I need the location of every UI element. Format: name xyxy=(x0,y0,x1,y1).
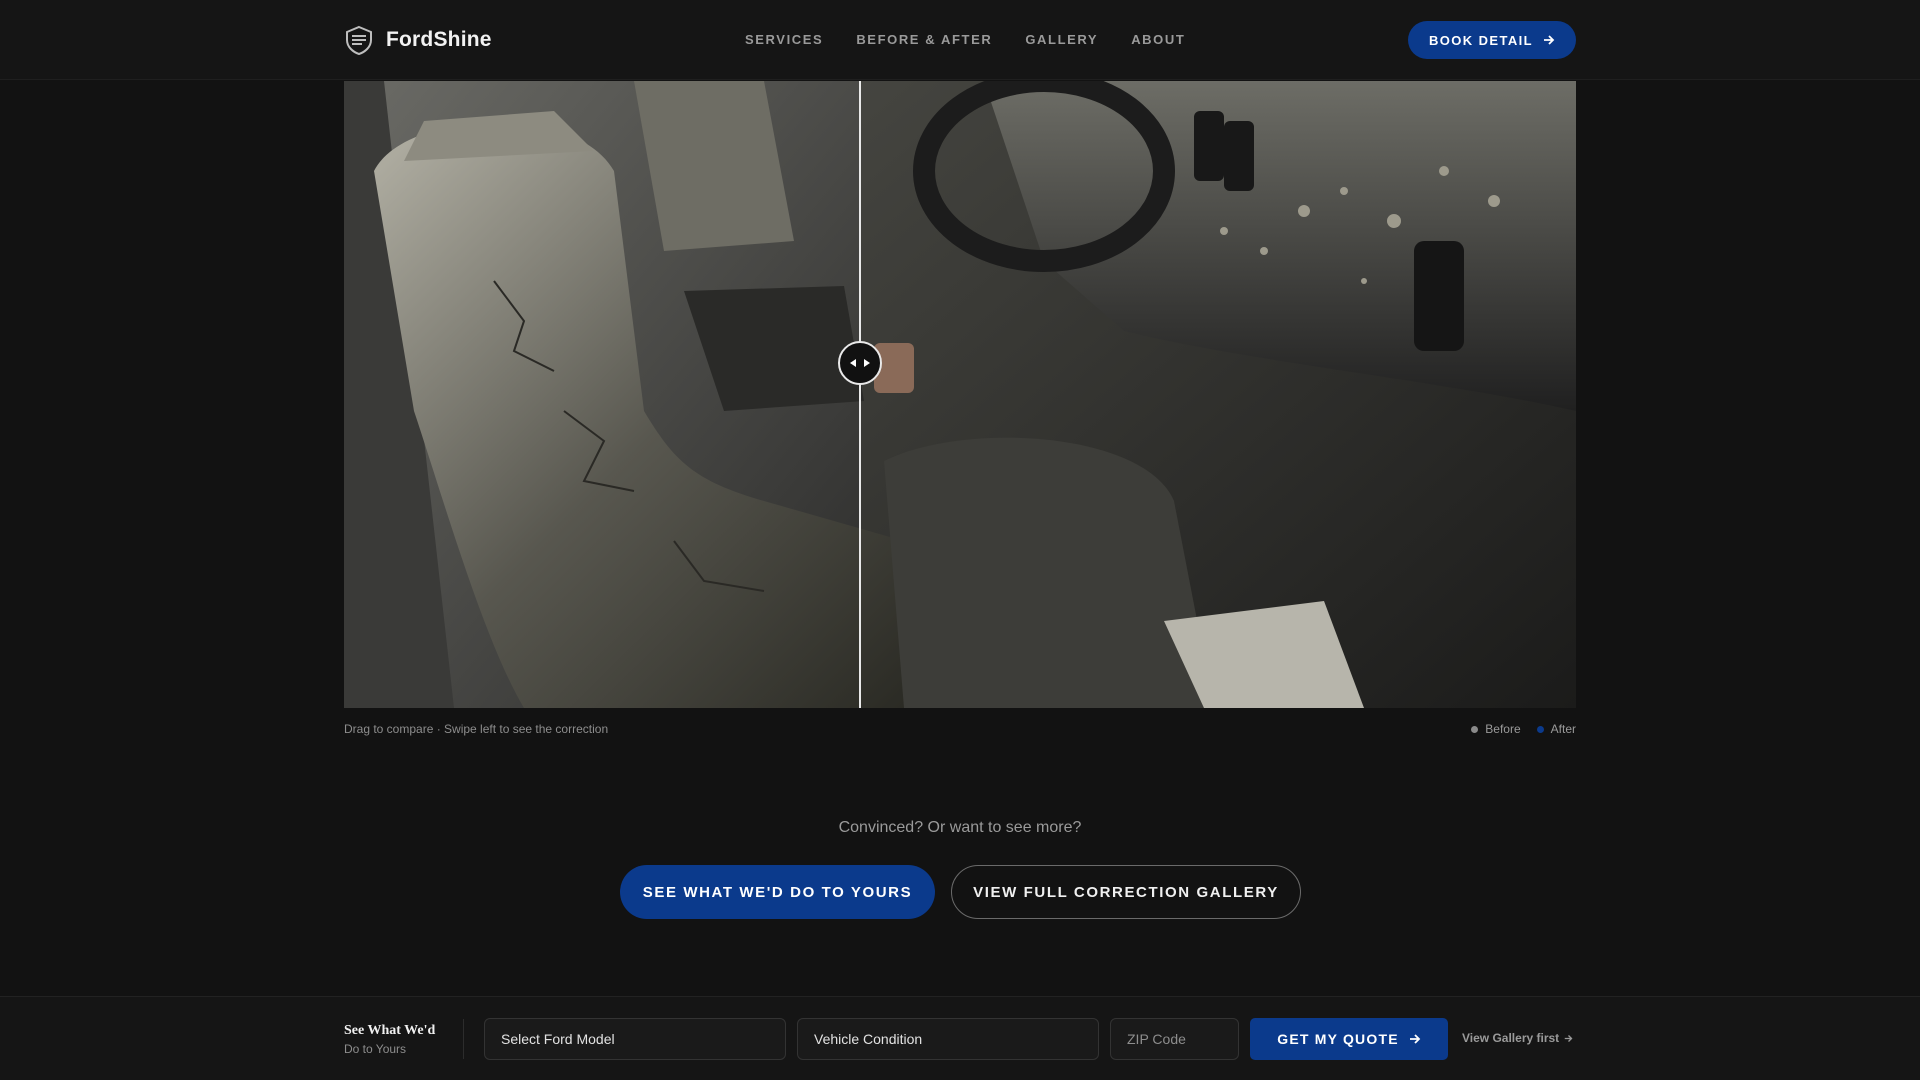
book-detail-label: BOOK DETAIL xyxy=(1429,32,1533,48)
quote-bar: See What We'd Do to Yours Select Ford Mo… xyxy=(0,996,1920,1080)
compare-legend: Before After xyxy=(1471,722,1576,736)
compare-divider xyxy=(859,81,861,708)
before-after-compare[interactable] xyxy=(344,81,1576,708)
quote-title: See What We'd xyxy=(344,1023,436,1038)
compare-caption-row: Drag to compare · Swipe left to see the … xyxy=(344,722,1576,738)
site-header: FordShine SERVICES BEFORE & AFTER GALLER… xyxy=(0,0,1920,80)
quote-subtitle: Do to Yours xyxy=(344,1042,407,1056)
zip-code-input[interactable]: ZIP Code xyxy=(1110,1018,1239,1060)
car-interior-before-photo xyxy=(344,81,1576,708)
view-gallery-button[interactable]: VIEW FULL CORRECTION GALLERY xyxy=(951,865,1301,919)
nav-services[interactable]: SERVICES xyxy=(745,32,823,47)
brand[interactable]: FordShine xyxy=(344,24,492,56)
left-right-arrows-icon xyxy=(850,359,870,367)
compare-caption: Drag to compare · Swipe left to see the … xyxy=(344,722,609,736)
view-gallery-first-label: View Gallery first xyxy=(1462,1031,1560,1045)
legend-before-label: Before xyxy=(1485,722,1521,736)
ford-model-select[interactable]: Select Ford Model xyxy=(484,1018,786,1060)
arrow-right-icon xyxy=(1544,35,1555,45)
view-gallery-first-link[interactable]: View Gallery first xyxy=(1462,1031,1573,1045)
legend-after: After xyxy=(1536,722,1576,736)
get-quote-button[interactable]: GET MY QUOTE xyxy=(1250,1018,1448,1060)
nav-before-after[interactable]: BEFORE & AFTER xyxy=(856,32,992,47)
vehicle-condition-select[interactable]: Vehicle Condition xyxy=(797,1018,1099,1060)
shield-logo-icon xyxy=(346,25,372,55)
compare-drag-handle[interactable] xyxy=(838,341,882,385)
legend-after-label: After xyxy=(1550,722,1576,736)
see-yours-button[interactable]: SEE WHAT WE'D DO TO YOURS xyxy=(620,865,935,919)
brand-name: FordShine xyxy=(386,28,492,51)
get-quote-label: GET MY QUOTE xyxy=(1277,1031,1399,1047)
legend-before: Before xyxy=(1471,722,1521,736)
arrow-right-icon xyxy=(1564,1034,1573,1042)
arrow-right-icon xyxy=(1409,1034,1421,1044)
after-dot-icon xyxy=(1536,725,1544,733)
nav-gallery[interactable]: GALLERY xyxy=(1025,32,1098,47)
main-nav: SERVICES BEFORE & AFTER GALLERY ABOUT xyxy=(745,32,1185,47)
quote-divider xyxy=(463,1019,464,1059)
cta-buttons: SEE WHAT WE'D DO TO YOURS VIEW FULL CORR… xyxy=(620,865,1301,919)
cta-question: Convinced? Or want to see more? xyxy=(838,819,1082,836)
before-dot-icon xyxy=(1471,725,1479,733)
nav-about[interactable]: ABOUT xyxy=(1131,32,1185,47)
book-detail-button[interactable]: BOOK DETAIL xyxy=(1408,21,1576,59)
